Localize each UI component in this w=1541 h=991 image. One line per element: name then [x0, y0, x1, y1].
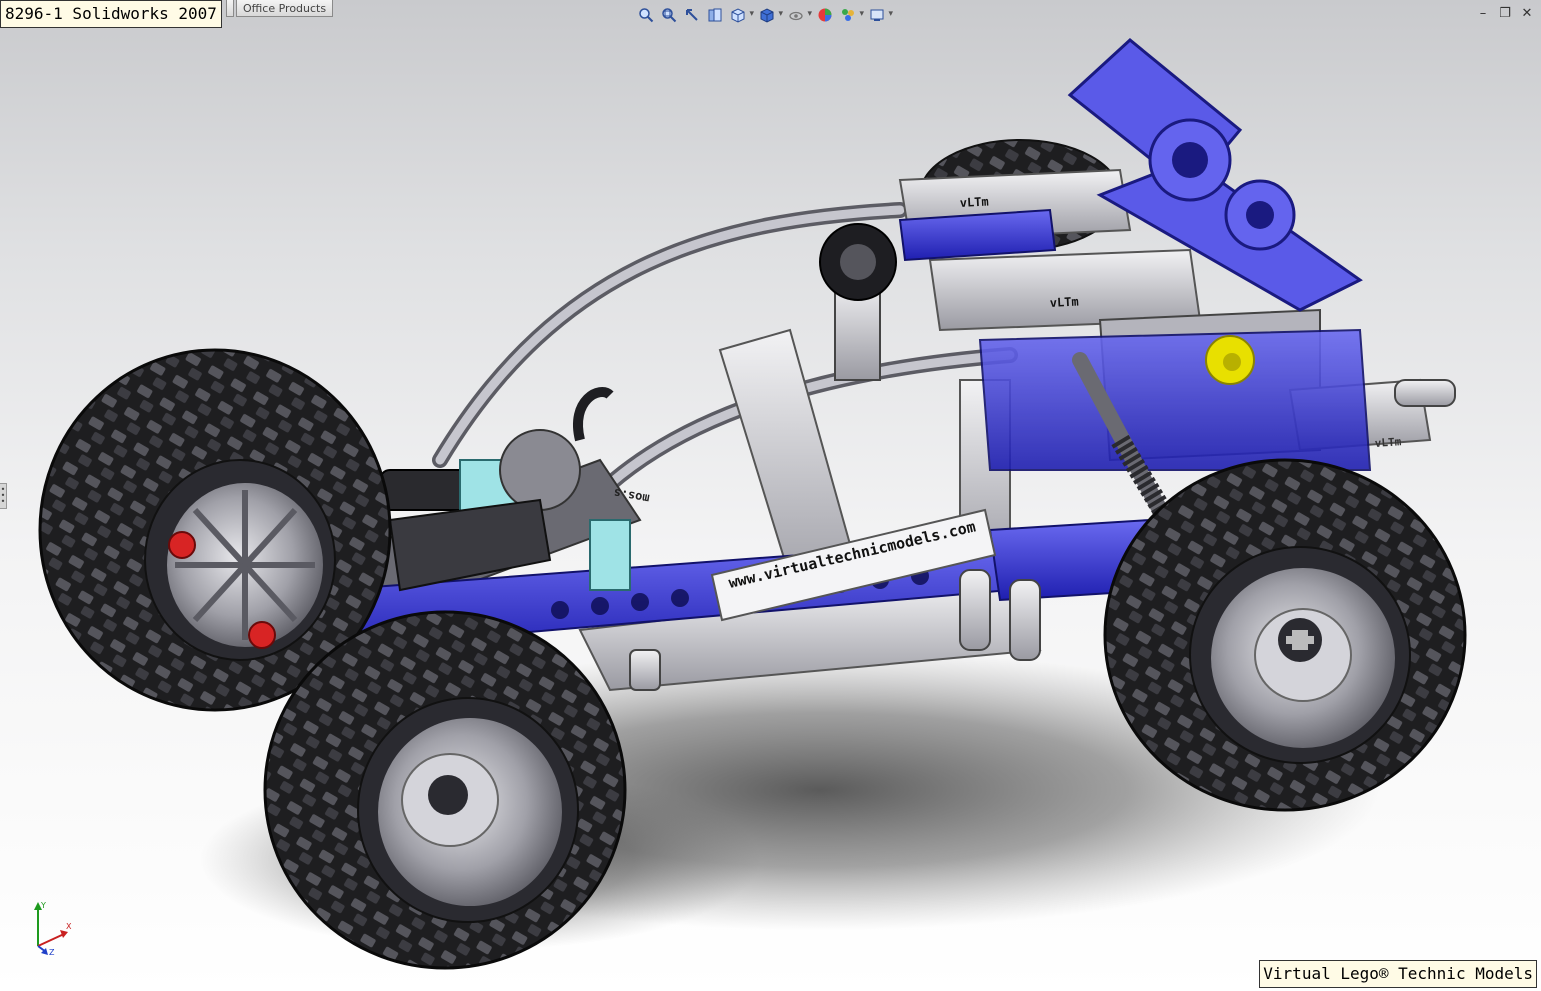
triad-y-label: Y [40, 901, 46, 910]
section-view-icon[interactable] [705, 6, 724, 25]
minimize-icon[interactable]: – [1475, 6, 1491, 22]
restore-icon[interactable]: ❐ [1497, 6, 1513, 22]
yellow-gear[interactable] [1205, 335, 1255, 385]
view-orientation-icon[interactable] [728, 6, 754, 25]
brand-sticker-2: vLTm [1049, 295, 1079, 310]
brand-sticker-2-text: vLTm [1049, 295, 1079, 310]
heads-up-view-toolbar [636, 4, 893, 26]
zoom-to-area-icon[interactable] [659, 6, 678, 25]
display-style-icon[interactable] [757, 6, 783, 25]
tab-hidden[interactable] [226, 0, 234, 17]
triad-x-axis [37, 933, 65, 947]
tab-office-products[interactable]: Office Products [236, 0, 334, 17]
brand-sticker-3: vLTm [1374, 435, 1402, 450]
triad-x-arrow [60, 930, 68, 938]
apply-scene-icon[interactable] [838, 6, 864, 25]
tab-strip: Office Products [226, 0, 335, 18]
brand-sticker-3-text: vLTm [1374, 435, 1402, 450]
view-settings-icon[interactable] [867, 6, 893, 25]
brand-sticker-1-text: vLTm [959, 195, 989, 210]
edit-appearance-icon[interactable] [815, 6, 834, 25]
hide-show-items-icon[interactable] [786, 6, 812, 25]
tire-front-near[interactable] [263, 610, 627, 970]
watermark-label: Virtual Lego® Technic Models [1259, 960, 1537, 988]
window-controls: – ❐ ✕ [1475, 6, 1535, 22]
previous-view-icon[interactable] [682, 6, 701, 25]
triad-z-label: Z [49, 948, 55, 956]
reference-triad: Y X Z [34, 901, 72, 956]
zoom-to-fit-icon[interactable] [636, 6, 655, 25]
graphics-viewport[interactable]: www.virtualtechnicmodels.com mos.s vLTm … [0, 0, 1541, 991]
tire-rear-near[interactable] [1103, 458, 1467, 812]
document-title: 8296-1 Solidworks 2007 [0, 0, 222, 28]
brand-sticker-1: vLTm [959, 195, 989, 210]
triad-x-label: X [66, 922, 72, 931]
close-icon[interactable]: ✕ [1519, 6, 1535, 22]
